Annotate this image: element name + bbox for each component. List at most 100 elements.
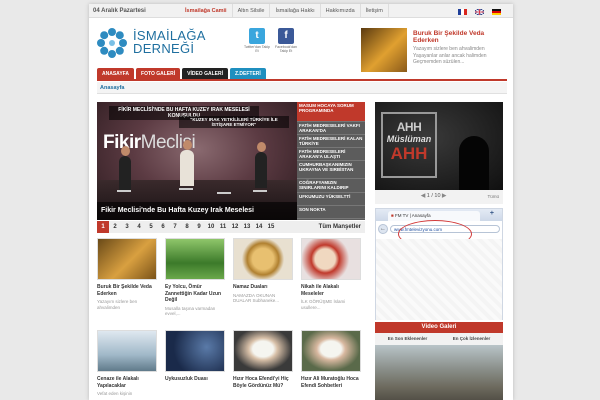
news-thumbnail[interactable] [233,238,293,280]
slide-image[interactable]: FİKİR MECLİSİ'NDE BU HAFTA KUZEY IRAK ME… [97,102,297,220]
slide-list-item[interactable]: CUMHURBAŞKANIMIZIN UKRAYNA VE SIRBİSTAN [297,161,365,179]
news-description: Yazayım sizlere ben ahvalimden [97,299,138,310]
twitter-follow[interactable]: t Twitter'dan Takip Et [244,28,270,53]
slide-list-item[interactable]: FATİH MEDRESELERİ KALAN TÜRKİYE [297,135,365,148]
back-arrow-icon[interactable]: ← [378,224,388,234]
guest-figure-3 [255,152,267,188]
new-tab-icon[interactable]: + [490,210,494,217]
top-nav: İsmailağa Camii Altın Silsile İsmailağa … [180,4,389,18]
news-card[interactable]: Hızır Ali Muratoğlu Hoca Efendi Sohbetle… [301,330,361,391]
german-flag-icon[interactable] [492,9,501,15]
uk-flag-icon[interactable] [475,9,484,15]
top-bar: 04 Aralık Pazartesi İsmailağa Camii Altı… [89,4,513,18]
page-number[interactable]: 9 [193,221,205,233]
poster-text-top: AHH [396,120,422,134]
guest-figure-1 [119,156,131,190]
video-gallery-title: Video Galeri [375,322,503,333]
news-title[interactable]: Nikah ile Alakalı Meseleler [301,284,361,297]
silhouette-figure [459,136,489,190]
browser-ad[interactable]: ■ FM TV | Anasayfa + ← www.fmtelevizyonu… [375,208,503,320]
page-number[interactable]: 12 [229,221,241,233]
next-arrow-icon[interactable]: ▶ [441,193,446,199]
news-title[interactable]: Hızır Ali Muratoğlu Hoca Efendi Sohbetle… [301,376,361,389]
date-label: 04 Aralık Pazartesi [93,8,146,14]
header-feature[interactable]: Buruk Bir Şekilde Veda Ederken Yazayım s… [361,28,501,72]
page-number[interactable]: 7 [169,221,181,233]
headline-slider[interactable]: FİKİR MECLİSİ'NDE BU HAFTA KUZEY IRAK ME… [97,102,365,220]
slide-list-item[interactable]: FATİH MEDRESELERİ ARAKAN'A ULAŞTI [297,148,365,161]
news-card[interactable]: Namaz Duaları NAMAZDA OKUNAN DUALAR Subh… [233,238,293,304]
news-thumbnail[interactable] [97,330,157,372]
news-description: NAMAZDA OKUNAN DUALAR Subhaneke... [233,292,280,304]
slide-list-item[interactable]: COĞRAFYAMIZIN SINIRLARINI KALDIRIP [297,179,365,193]
news-thumbnail[interactable] [301,330,361,372]
news-card[interactable]: Nikah ile Alakalı Meseleler İLK GÖRÜŞME … [301,238,361,310]
logo-line-2: DERNEĞİ [133,41,195,56]
page-number[interactable]: 1 [97,221,109,233]
tab-most-viewed[interactable]: En Çok İzlenenler [453,336,491,345]
rosette-logo-icon [97,28,127,58]
page-number[interactable]: 13 [241,221,253,233]
news-card[interactable]: Hızır Hoca Efendi'yi Hiç Böyle Gördünüz … [233,330,293,391]
banner-pager: ◀ 1 / 10 ▶ Tümü [375,190,503,204]
page-number[interactable]: 6 [157,221,169,233]
feature-title[interactable]: Buruk Bir Şekilde Veda Ederken [413,30,501,44]
page-number[interactable]: 15 [265,221,277,233]
news-card[interactable]: Ey Yolcu, Ömür Zannettiğin Kadar Uzun De… [165,238,225,317]
site-logo[interactable]: İSMAİLAĞA DERNEĞİ [96,26,216,66]
facebook-label: Facebook'dan Takip Et [275,45,297,53]
news-thumbnail[interactable] [165,330,225,372]
page-number[interactable]: 2 [109,221,121,233]
page-number[interactable]: 3 [121,221,133,233]
news-card[interactable]: Uykusuzluk Duası [165,330,225,385]
slide-list-item[interactable]: MASUM HOCAYA SORUM PROGRAMINDA [297,102,365,122]
news-description: Vefat eden kişinin [97,391,133,396]
breadcrumb-home[interactable]: Anasayfa [100,85,124,91]
page-number[interactable]: 5 [145,221,157,233]
top-nav-iletisim[interactable]: İletişim [361,4,389,18]
slide-list-item[interactable]: UFKUMUZU YÜKSELTTİ [297,193,365,206]
french-flag-icon[interactable] [458,9,467,15]
poster-text-bottom: AHH [390,144,428,163]
video-thumbnail[interactable] [375,345,503,400]
facebook-follow[interactable]: f Facebook'dan Takip Et [273,28,299,53]
news-thumbnail[interactable] [165,238,225,280]
right-banner[interactable]: AHH Müslüman AHH [375,102,503,190]
tab-latest[interactable]: En Son Eklenenler [388,336,428,345]
web-page: 04 Aralık Pazartesi İsmailağa Camii Altı… [89,4,513,400]
slide-banner-quote: "KUZEY IRAK YETKİLİLERİ TÜRKİYE İLE İSTİ… [179,116,289,128]
news-thumbnail[interactable] [233,330,293,372]
page-number[interactable]: 4 [133,221,145,233]
slide-list-item[interactable]: FATİH MEDRESELERİ VAKFI ARAKAN'DA [297,122,365,135]
feature-thumbnail[interactable] [361,28,407,72]
slider-pager: 1 2 3 4 5 6 7 8 9 10 11 12 13 14 15 Tüm … [97,221,365,233]
slide-caption[interactable]: Fikir Meclisi'nde Bu Hafta Kuzey Irak Me… [97,202,297,220]
page-number[interactable]: 8 [181,221,193,233]
news-card[interactable]: Buruk Bir Şekilde Veda Ederken Yazayım s… [97,238,157,310]
slide-list-item[interactable]: SON NOKTA [297,206,365,219]
top-nav-altin-silsile[interactable]: Altın Silsile [233,4,271,18]
news-title[interactable]: Uykusuzluk Duası [165,376,225,383]
banner-all-link[interactable]: Tümü [487,194,499,199]
news-title[interactable]: Cenaze ile Alakalı Yapılacaklar [97,376,157,389]
all-headlines-link[interactable]: Tüm Manşetler [319,224,365,230]
news-title[interactable]: Namaz Duaları [233,284,293,291]
news-card[interactable]: Cenaze ile Alakalı Yapılacaklar Vefat ed… [97,330,157,397]
video-tabs: En Son Eklenenler En Çok İzlenenler [375,333,503,345]
top-nav-ismailaga-camii[interactable]: İsmailağa Camii [180,4,233,18]
slide-headline-list: MASUM HOCAYA SORUM PROGRAMINDA FATİH MED… [297,102,365,220]
video-gallery: Video Galeri En Son Eklenenler En Çok İz… [375,322,503,400]
news-thumbnail[interactable] [97,238,157,280]
news-title[interactable]: Buruk Bir Şekilde Veda Ederken [97,284,157,297]
page-number[interactable]: 11 [217,221,229,233]
top-nav-hakkimizda[interactable]: Hakkımızda [321,4,361,18]
facebook-icon: f [278,28,294,44]
page-number[interactable]: 14 [253,221,265,233]
news-title[interactable]: Ey Yolcu, Ömür Zannettiğin Kadar Uzun De… [165,284,225,304]
feature-description: Yazayım sizlere ben ahvalimden Yaşayanla… [413,46,487,65]
news-title[interactable]: Hızır Hoca Efendi'yi Hiç Böyle Gördünüz … [233,376,293,389]
news-description: İLK GÖRÜŞME İslami usullere... [301,299,346,310]
top-nav-ismailaga-hakki[interactable]: İsmailağa Hakkı [270,4,321,18]
page-number[interactable]: 10 [205,221,217,233]
news-thumbnail[interactable] [301,238,361,280]
